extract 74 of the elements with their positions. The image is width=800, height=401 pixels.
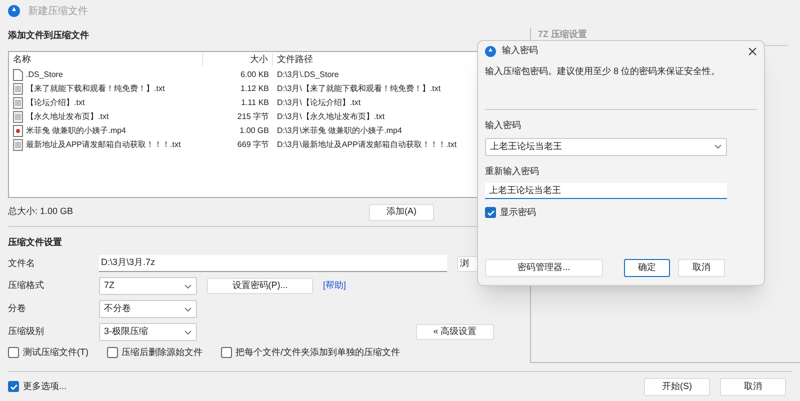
section-title: 添加文件到压缩文件 — [8, 29, 90, 42]
chevron-down-icon — [184, 306, 192, 312]
field-label: 文件名 — [8, 256, 36, 270]
filename-field[interactable]: D:\3月\3月.7z — [99, 255, 447, 272]
dialog-message: 输入压缩包密码。建议使用至少 8 位的密码来保证安全性。 — [485, 65, 757, 110]
checkbox-label: 显示密码 — [500, 206, 536, 219]
checkbox[interactable]: 测试压缩文件(T) — [8, 346, 88, 360]
advanced-settings-button[interactable]: « 高级设置 — [416, 324, 494, 340]
file-path: D:\3月\.DS_Store — [276, 68, 339, 80]
file-name: 【永久地址发布页】.txt — [26, 110, 109, 122]
field-label: 重新输入密码 — [485, 164, 540, 178]
checkbox-square[interactable] — [485, 207, 496, 218]
dropdown[interactable]: 3-极限压缩 — [99, 323, 197, 341]
dropdown[interactable]: 不分卷 — [99, 300, 197, 318]
file-size: 669 字节 — [236, 138, 270, 150]
cancel-button[interactable]: 取消 — [678, 259, 725, 277]
file-path: D:\3月\【来了就能下载和观看！纯免费！】.txt — [276, 82, 441, 94]
file-size: 1.12 KB — [240, 82, 270, 94]
checkbox-label: 更多选项... — [23, 380, 67, 393]
field-label: 输入密码 — [485, 119, 522, 132]
dropdown[interactable]: 上老王论坛当老王 — [485, 138, 727, 156]
chevron-down-icon — [714, 144, 722, 149]
app-logo-icon — [8, 5, 20, 17]
checkbox-label: 测试压缩文件(T) — [23, 346, 88, 359]
file-name: 【来了就能下载和观看！纯免费！】.txt — [26, 82, 165, 94]
checkbox[interactable]: 更多选项... — [8, 380, 67, 394]
checkbox-square[interactable] — [8, 381, 19, 392]
help-link[interactable]: [帮助] — [323, 279, 346, 293]
column-header: 文件路径 — [276, 52, 313, 66]
confirm-password-field[interactable]: 上老王论坛当老王 — [485, 183, 727, 199]
column-header: 大小 — [203, 52, 273, 66]
file-path: D:\3月\【论坛介绍】.txt — [276, 96, 361, 108]
file-size: 6.00 KB — [240, 68, 270, 80]
password-manager-button[interactable]: 密码管理器... — [485, 259, 603, 277]
app-logo-icon — [485, 46, 496, 56]
file-path: D:\3月\最新地址及APP请发邮箱自动获取！！！.txt — [276, 138, 457, 150]
column-header: 名称 — [9, 52, 203, 66]
chevron-down-icon — [184, 284, 192, 288]
text-file-icon — [13, 96, 23, 108]
close-icon[interactable] — [748, 46, 757, 56]
checkbox-label: 压缩后删除源始文件 — [122, 346, 202, 359]
checkbox[interactable]: 显示密码 — [485, 206, 757, 220]
checkbox-square[interactable] — [220, 347, 232, 358]
window-title: 新建压缩文件 — [28, 4, 88, 18]
file-name: 最新地址及APP请发邮箱自动获取！！！.txt — [26, 138, 181, 150]
total-size: 总大小: 1.00 GB — [8, 205, 74, 218]
checkbox-square[interactable] — [106, 347, 118, 358]
text-file-icon — [13, 138, 23, 150]
add-button[interactable]: 添加(A) — [369, 204, 434, 220]
file-icon — [13, 68, 23, 80]
dropdown[interactable]: 7Z — [99, 277, 197, 295]
footer-button[interactable]: 取消 — [720, 378, 786, 396]
file-path: D:\3月\米菲兔 做兼职的小姨子.mp4 — [276, 124, 402, 136]
field-label: 压缩级别 — [8, 325, 45, 338]
dialog-title: 输入密码 — [502, 44, 538, 58]
ok-button[interactable]: 确定 — [624, 259, 670, 277]
file-size: 215 字节 — [236, 110, 270, 122]
file-path: D:\3月\【永久地址发布页】.txt — [276, 110, 385, 122]
field-label: 分卷 — [8, 302, 27, 316]
chevron-down-icon — [184, 330, 192, 334]
file-name: 米菲兔 做兼职的小姨子.mp4 — [26, 124, 126, 136]
footer-button[interactable]: 开始(S) — [644, 378, 710, 396]
video-file-icon — [13, 124, 23, 136]
text-file-icon — [13, 110, 23, 122]
section-title: 压缩文件设置 — [8, 236, 63, 248]
file-name: 【论坛介绍】.txt — [26, 96, 85, 108]
text-file-icon — [13, 82, 23, 94]
set-password-button[interactable]: 设置密码(P)... — [207, 278, 313, 294]
checkbox[interactable]: 压缩后删除源始文件 — [106, 346, 202, 360]
file-name: .DS_Store — [26, 68, 63, 80]
file-size: 1.11 KB — [240, 96, 270, 108]
file-size: 1.00 GB — [238, 124, 270, 136]
field-label: 压缩格式 — [8, 279, 45, 292]
checkbox-square[interactable] — [8, 347, 19, 358]
